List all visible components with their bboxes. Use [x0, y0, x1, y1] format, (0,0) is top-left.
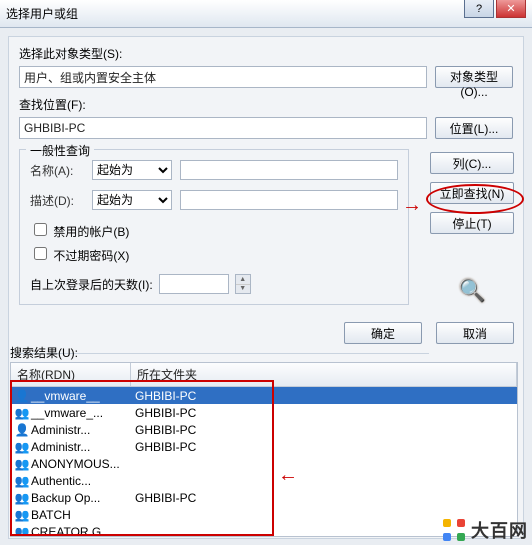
- table-row[interactable]: 👥Authentic...: [11, 472, 517, 489]
- find-now-button[interactable]: 立即查找(N): [430, 182, 514, 204]
- ok-button[interactable]: 确定: [344, 322, 422, 344]
- group-icon: 👥: [15, 406, 29, 420]
- table-row[interactable]: 👥Administr... GHBIBI-PC: [11, 438, 517, 455]
- row-name: ANONYMOUS...: [31, 457, 120, 471]
- row-name: Administr...: [31, 440, 90, 454]
- group-icon: 👥: [15, 508, 29, 522]
- row-name: Backup Op...: [31, 491, 100, 505]
- location-label: 查找位置(F):: [19, 96, 513, 113]
- user-icon: 👤: [15, 423, 29, 437]
- row-folder: GHBIBI-PC: [135, 389, 196, 403]
- table-row[interactable]: 👤__vmware__ GHBIBI-PC: [11, 387, 517, 404]
- table-row[interactable]: 👥ANONYMOUS...: [11, 455, 517, 472]
- group-icon: 👥: [15, 525, 29, 538]
- table-row[interactable]: 👥Backup Op... GHBIBI-PC: [11, 489, 517, 506]
- table-row[interactable]: 👥CREATOR G...: [11, 523, 517, 537]
- desc-label: 描述(D):: [30, 192, 84, 209]
- window-buttons: ? ✕: [464, 0, 526, 18]
- since-logon-input[interactable]: [159, 274, 229, 294]
- general-query-legend: 一般性查询: [26, 142, 94, 159]
- group-icon: 👥: [15, 474, 29, 488]
- disabled-accounts-checkbox[interactable]: 禁用的帐户(B): [30, 220, 398, 240]
- name-match-select[interactable]: 起始为: [92, 160, 172, 180]
- separator: [19, 353, 429, 354]
- results-label: 搜索结果(U):: [10, 344, 78, 361]
- table-row[interactable]: 👥BATCH: [11, 506, 517, 523]
- location-field: [19, 117, 427, 139]
- locations-button[interactable]: 位置(L)...: [435, 117, 513, 139]
- user-icon: 👤: [15, 389, 29, 403]
- columns-button[interactable]: 列(C)...: [430, 152, 514, 174]
- name-label: 名称(A):: [30, 162, 84, 179]
- row-folder: GHBIBI-PC: [135, 423, 196, 437]
- side-buttons: 列(C)... 立即查找(N) 停止(T): [430, 152, 514, 234]
- help-button[interactable]: ?: [464, 0, 494, 18]
- nonexpiring-password-input[interactable]: [34, 247, 47, 260]
- row-folder: GHBIBI-PC: [135, 491, 196, 505]
- table-row[interactable]: 👤Administr... GHBIBI-PC: [11, 421, 517, 438]
- since-logon-label: 自上次登录后的天数(I):: [30, 276, 153, 293]
- close-button[interactable]: ✕: [496, 0, 526, 18]
- row-name: __vmware__: [31, 389, 100, 403]
- nonexpiring-password-checkbox[interactable]: 不过期密码(X): [30, 244, 398, 264]
- object-type-label: 选择此对象类型(S):: [19, 45, 513, 62]
- row-folder: GHBIBI-PC: [135, 440, 196, 454]
- window-title: 选择用户或组: [0, 5, 78, 22]
- object-types-button[interactable]: 对象类型(O)...: [435, 66, 513, 88]
- dialog-buttons: 确定 取消: [344, 322, 514, 344]
- column-rdn[interactable]: 名称(RDN): [11, 363, 131, 386]
- desc-match-select[interactable]: 起始为: [92, 190, 172, 210]
- since-logon-spinner[interactable]: ▲▼: [235, 274, 251, 294]
- disabled-accounts-input[interactable]: [34, 223, 47, 236]
- magnifier-icon: 🔍: [459, 278, 486, 304]
- cancel-button[interactable]: 取消: [436, 322, 514, 344]
- stop-button[interactable]: 停止(T): [430, 212, 514, 234]
- listview-header[interactable]: 名称(RDN) 所在文件夹: [11, 363, 517, 387]
- general-query-group: 一般性查询 名称(A): 起始为 描述(D): 起始为 禁用的帐户(B) 不过期…: [19, 149, 409, 305]
- object-type-field: [19, 66, 427, 88]
- desc-input[interactable]: [180, 190, 398, 210]
- row-name: __vmware_...: [31, 406, 103, 420]
- name-input[interactable]: [180, 160, 398, 180]
- results-listview[interactable]: 名称(RDN) 所在文件夹 👤__vmware__GHBIBI-PC👥__vmw…: [10, 362, 518, 537]
- row-name: CREATOR G...: [31, 525, 111, 538]
- row-name: Authentic...: [31, 474, 91, 488]
- listview-body[interactable]: 👤__vmware__GHBIBI-PC👥__vmware_...GHBIBI-…: [11, 387, 517, 537]
- group-icon: 👥: [15, 491, 29, 505]
- table-row[interactable]: 👥__vmware_... GHBIBI-PC: [11, 404, 517, 421]
- row-name: Administr...: [31, 423, 90, 437]
- column-folder[interactable]: 所在文件夹: [131, 363, 517, 386]
- row-name: BATCH: [31, 508, 71, 522]
- group-icon: 👥: [15, 440, 29, 454]
- titlebar: 选择用户或组 ? ✕: [0, 0, 532, 28]
- row-folder: GHBIBI-PC: [135, 406, 196, 420]
- group-icon: 👥: [15, 457, 29, 471]
